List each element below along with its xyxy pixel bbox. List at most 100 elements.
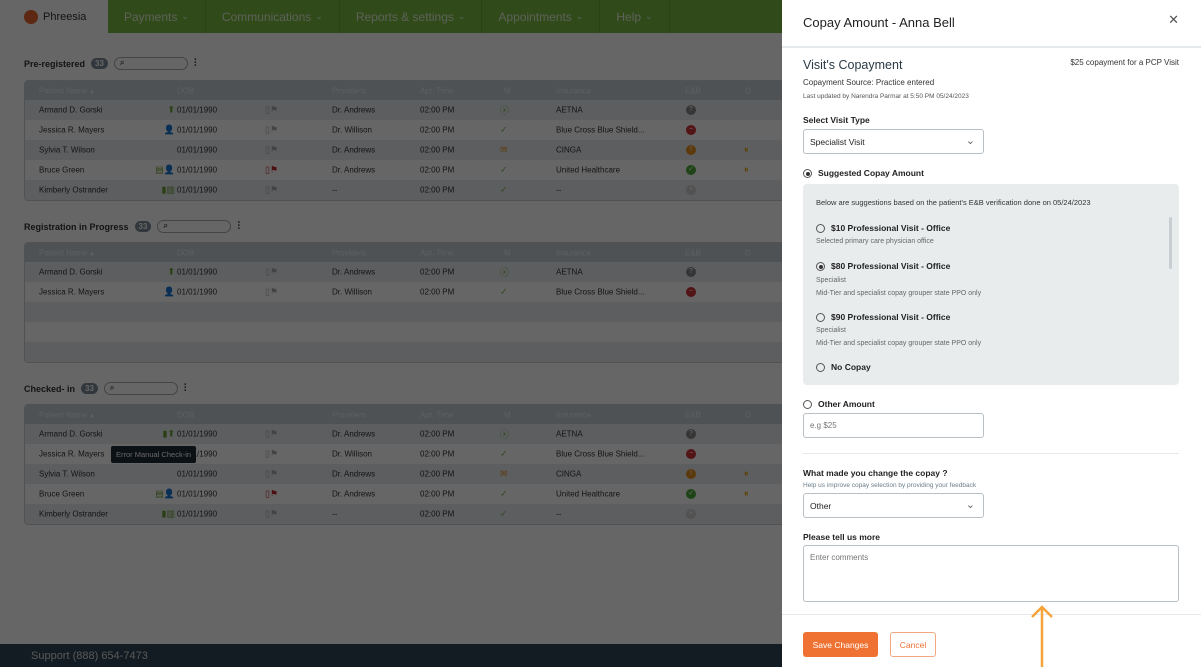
- column-header[interactable]: D: [745, 410, 751, 419]
- table-row[interactable]: Bruce Green ▤👤 01/01/1990 ▯⚑ Dr. Andrews…: [25, 160, 803, 180]
- filter-icon[interactable]: ⫶: [194, 58, 197, 69]
- patient-name[interactable]: Jessica R. Mayers: [39, 288, 104, 297]
- reason-select[interactable]: Other ⌄: [803, 493, 984, 518]
- document-flag-icon[interactable]: ▯⚑: [265, 429, 278, 440]
- column-header[interactable]: Patient Name ▴: [39, 86, 94, 95]
- eligibility-icon[interactable]: !: [686, 469, 696, 479]
- column-header[interactable]: DOB: [177, 410, 194, 419]
- filter-icon[interactable]: ⫶: [184, 383, 187, 394]
- patient-name[interactable]: Bruce Green: [39, 166, 84, 175]
- option-10[interactable]: $10 Professional Visit - Office: [816, 223, 950, 234]
- table-row[interactable]: Sylvia T. Wilson 01/01/1990 ▯⚑ Dr. Andre…: [25, 464, 803, 484]
- search-input[interactable]: ⌕: [103, 382, 178, 395]
- patient-name[interactable]: Sylvia T. Wilson: [39, 470, 95, 479]
- document-flag-icon[interactable]: ▯⚑: [265, 489, 278, 500]
- document-flag-icon[interactable]: ▯⚑: [265, 145, 278, 156]
- table-row[interactable]: Jessica R. Mayers 👤 01/01/1990 ▯⚑ Dr. Wi…: [25, 282, 803, 302]
- column-header[interactable]: D: [745, 86, 751, 95]
- eligibility-icon[interactable]: −: [686, 449, 696, 459]
- column-header[interactable]: DOB: [177, 86, 194, 95]
- column-header[interactable]: Providers: [332, 410, 366, 419]
- column-header[interactable]: Apt. Time: [420, 410, 454, 419]
- nav-communications[interactable]: Communications: [206, 0, 340, 33]
- eligibility-icon[interactable]: −: [686, 287, 696, 297]
- document-flag-icon[interactable]: ▯⚑: [265, 185, 278, 196]
- filter-icon[interactable]: ⫶: [237, 221, 240, 232]
- document-flag-icon[interactable]: ▯⚑: [265, 105, 278, 116]
- column-header[interactable]: E&B: [685, 248, 701, 257]
- table-row[interactable]: Sylvia T. Wilson 01/01/1990 ▯⚑ Dr. Andre…: [25, 140, 803, 160]
- option-90[interactable]: $90 Professional Visit - Office: [816, 312, 950, 323]
- eligibility-icon[interactable]: −: [686, 125, 696, 135]
- save-changes-button[interactable]: Save Changes: [803, 632, 878, 657]
- patient-name[interactable]: Jessica R. Mayers: [39, 126, 104, 135]
- column-header[interactable]: M: [504, 86, 511, 95]
- patient-name[interactable]: Kimberly Ostrander: [39, 186, 108, 195]
- column-header[interactable]: M: [504, 248, 511, 257]
- column-header[interactable]: Apt. Time: [420, 248, 454, 257]
- table-row[interactable]: Bruce Green ▤👤 01/01/1990 ▯⚑ Dr. Andrews…: [25, 484, 803, 504]
- status-icons: ▮⬆: [162, 428, 176, 439]
- search-input[interactable]: ⌕: [157, 220, 232, 233]
- column-header[interactable]: Insurance: [556, 410, 591, 419]
- document-flag-icon[interactable]: ▯⚑: [265, 287, 278, 298]
- column-header[interactable]: Apt. Time: [420, 86, 454, 95]
- eligibility-icon[interactable]: !: [686, 145, 696, 155]
- suggested-radio[interactable]: Suggested Copay Amount: [803, 168, 924, 179]
- patient-name[interactable]: Kimberly Ostrander: [39, 510, 108, 519]
- reason-help: Help us improve copay selection by provi…: [803, 482, 977, 489]
- nav-payments[interactable]: Payments: [108, 0, 206, 33]
- column-header[interactable]: E&B: [685, 86, 701, 95]
- document-flag-icon[interactable]: ▯⚑: [265, 125, 278, 136]
- eligibility-icon[interactable]: ?: [686, 105, 696, 115]
- column-header[interactable]: M: [504, 410, 511, 419]
- scrollbar[interactable]: [1169, 217, 1172, 269]
- cancel-button[interactable]: Cancel: [890, 632, 936, 657]
- document-flag-icon[interactable]: ▯⚑: [265, 165, 278, 176]
- nav-help[interactable]: Help: [600, 0, 670, 33]
- eligibility-icon[interactable]: ?: [686, 429, 696, 439]
- column-header[interactable]: Patient Name ▴: [39, 410, 94, 419]
- patient-name[interactable]: Jessica R. Mayers: [39, 450, 104, 459]
- eligibility-icon[interactable]: ?: [686, 267, 696, 277]
- column-header[interactable]: Providers: [332, 248, 366, 257]
- option-80[interactable]: $80 Professional Visit - Office: [816, 261, 950, 272]
- table-row[interactable]: Kimberly Ostrander ▮▥ 01/01/1990 ▯⚑ -- 0…: [25, 180, 803, 200]
- table-row[interactable]: Kimberly Ostrander ▮▥ 01/01/1990 ▯⚑ -- 0…: [25, 504, 803, 524]
- column-header[interactable]: D: [745, 248, 751, 257]
- table-row[interactable]: Armand D. Gorski ⬆ 01/01/1990 ▯⚑ Dr. And…: [25, 100, 803, 120]
- brand-logo[interactable]: Phreesia: [0, 0, 108, 33]
- patient-name[interactable]: Armand D. Gorski: [39, 430, 103, 439]
- visit-type-select[interactable]: Specialist Visit ⌄: [803, 129, 984, 154]
- table-row[interactable]: Jessica R. Mayers 👤 01/01/1990 ▯⚑ Dr. Wi…: [25, 120, 803, 140]
- column-header[interactable]: DOB: [177, 248, 194, 257]
- close-icon[interactable]: ✕: [1168, 12, 1179, 28]
- column-header[interactable]: E&B: [685, 410, 701, 419]
- column-header[interactable]: Patient Name ▴: [39, 248, 94, 257]
- patient-name[interactable]: Armand D. Gorski: [39, 106, 103, 115]
- document-flag-icon[interactable]: ▯⚑: [265, 449, 278, 460]
- search-input[interactable]: ⌕: [113, 57, 188, 70]
- patient-name[interactable]: Bruce Green: [39, 490, 84, 499]
- other-amount-input[interactable]: [803, 413, 984, 438]
- option-no-copay[interactable]: No Copay: [816, 362, 871, 373]
- section-header: Pre-registered 33 ⌕ ⫶: [24, 57, 196, 70]
- table-row[interactable]: Armand D. Gorski ▮⬆ 01/01/1990 ▯⚑ Dr. An…: [25, 424, 803, 444]
- nav-reports-settings[interactable]: Reports & settings: [340, 0, 483, 33]
- table-row[interactable]: Armand D. Gorski ⬆ 01/01/1990 ▯⚑ Dr. And…: [25, 262, 803, 282]
- nav-appointments[interactable]: Appointments: [482, 0, 601, 33]
- patient-name[interactable]: Sylvia T. Wilson: [39, 146, 95, 155]
- eligibility-icon[interactable]: ✓: [686, 489, 696, 499]
- column-header[interactable]: Insurance: [556, 248, 591, 257]
- document-flag-icon[interactable]: ▯⚑: [265, 509, 278, 520]
- eligibility-icon[interactable]: •: [686, 509, 696, 519]
- column-header[interactable]: Providers: [332, 86, 366, 95]
- patient-name[interactable]: Armand D. Gorski: [39, 268, 103, 277]
- comments-textarea[interactable]: [803, 545, 1179, 602]
- column-header[interactable]: Insurance: [556, 86, 591, 95]
- eligibility-icon[interactable]: ✓: [686, 165, 696, 175]
- other-amount-radio[interactable]: Other Amount: [803, 399, 875, 410]
- eligibility-icon[interactable]: •: [686, 185, 696, 195]
- document-flag-icon[interactable]: ▯⚑: [265, 469, 278, 480]
- document-flag-icon[interactable]: ▯⚑: [265, 267, 278, 278]
